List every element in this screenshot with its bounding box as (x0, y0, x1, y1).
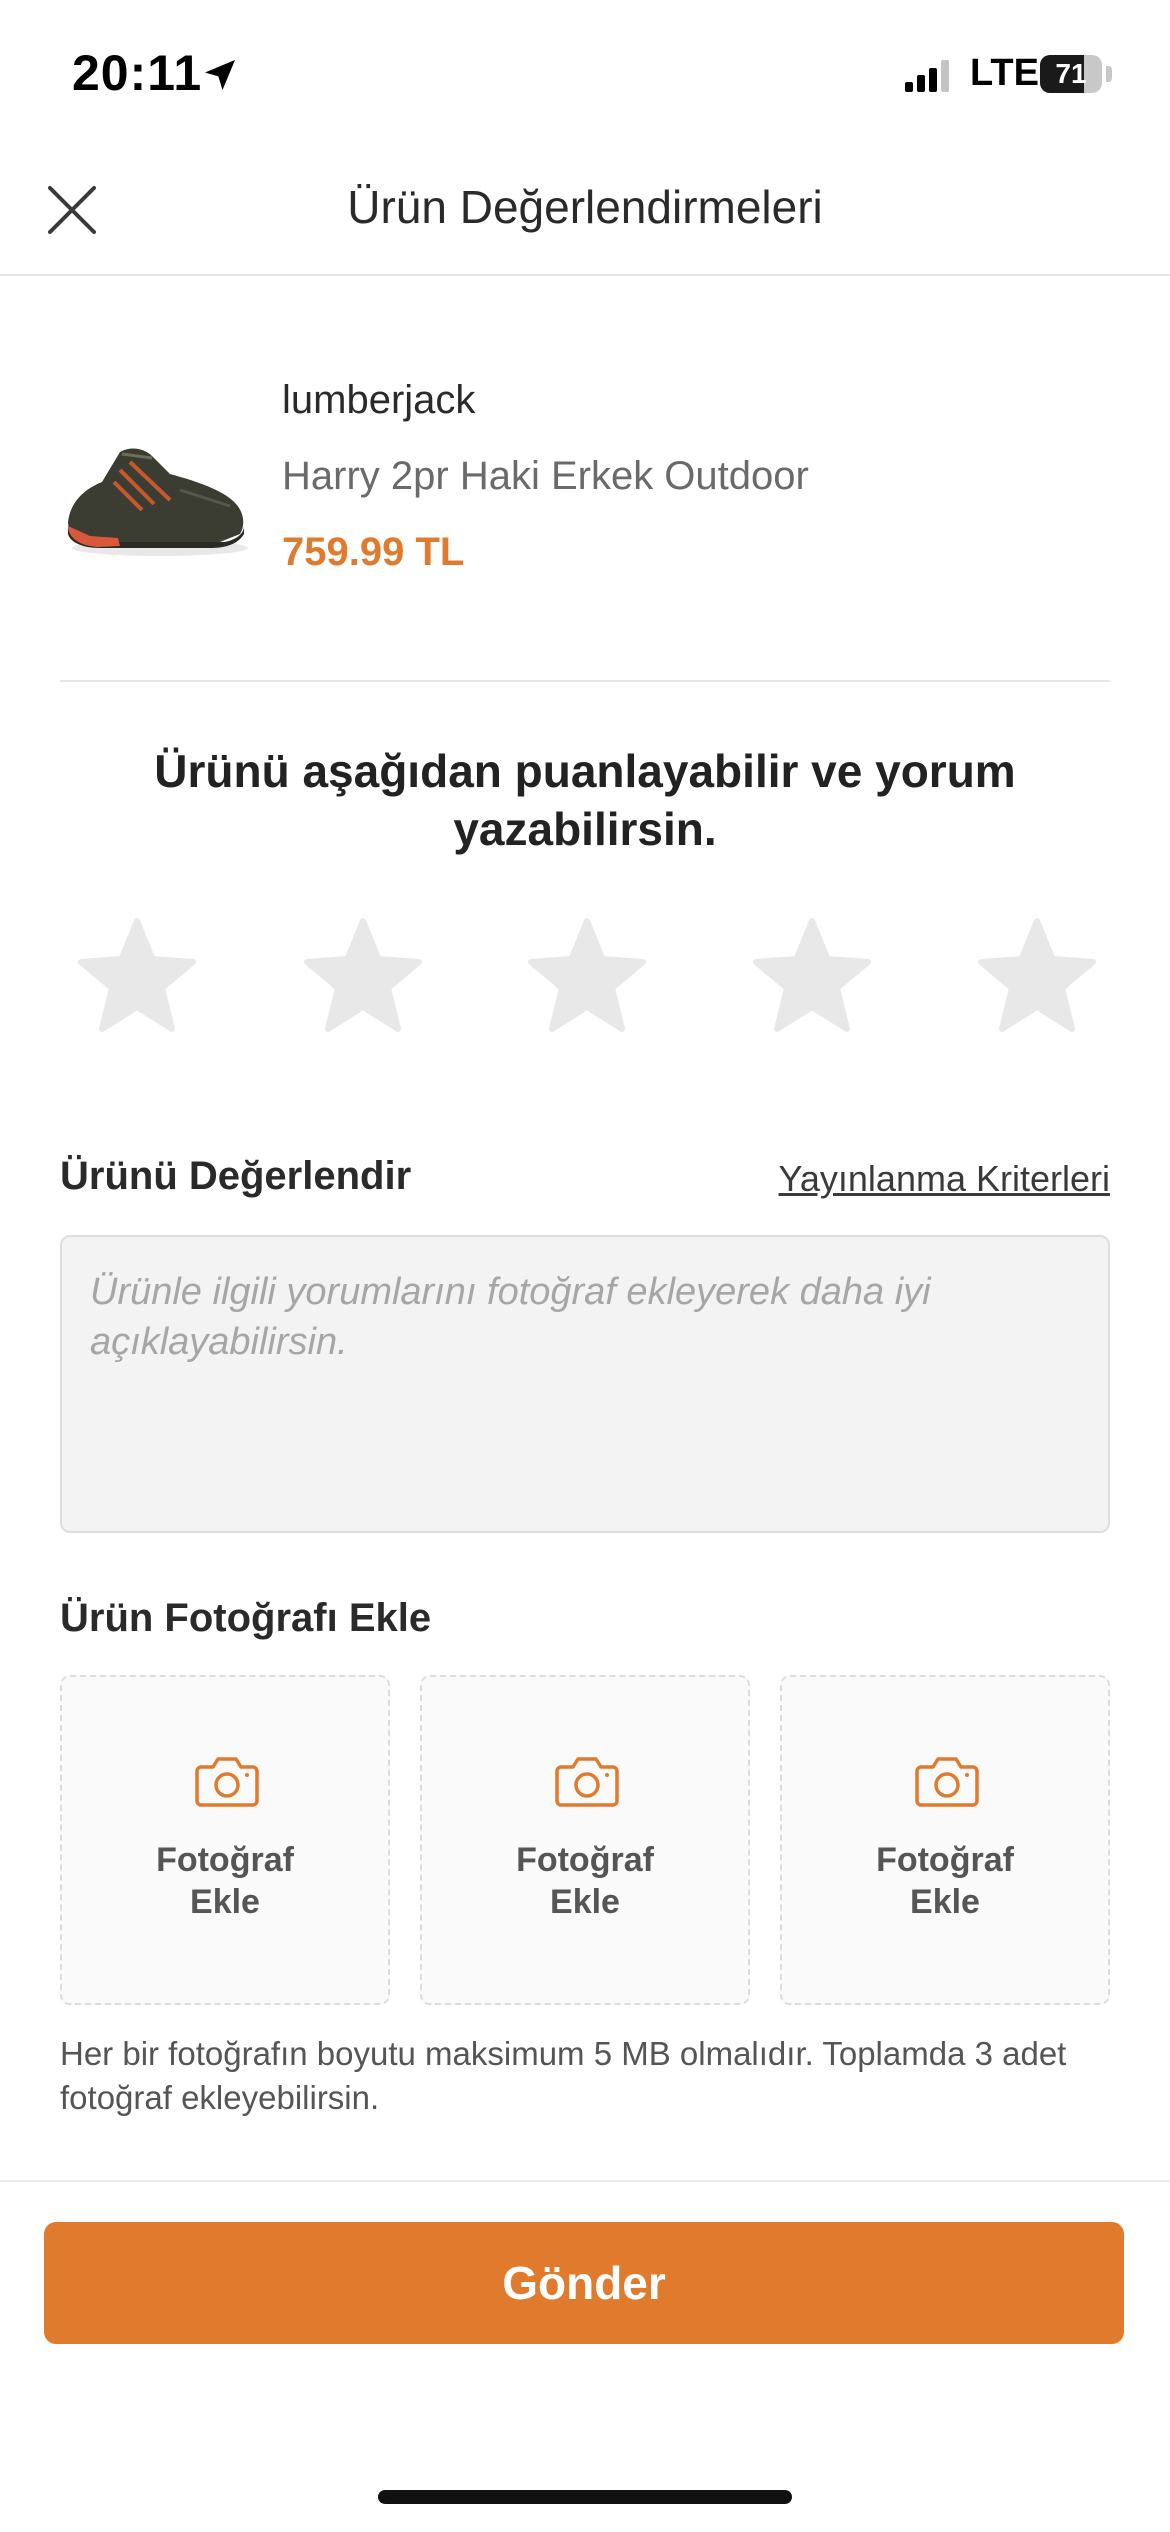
camera-icon (195, 1757, 259, 1807)
product-price: 759.99 TL (282, 530, 465, 574)
photo-info-text: Her bir fotoğrafın boyutu maksimum 5 MB … (60, 2035, 1067, 2116)
page-title: Ürün Değerlendirmeleri (347, 181, 823, 233)
camera-icon (555, 1757, 619, 1807)
product-name: Harry 2pr Haki Erkek Outdoor (282, 454, 809, 498)
photo-section-title: Ürün Fotoğrafı Ekle (60, 1596, 432, 1640)
submit-button[interactable]: Gönder (44, 2222, 1124, 2344)
star-4-icon[interactable] (747, 915, 877, 1040)
home-indicator[interactable] (378, 2490, 792, 2504)
divider (0, 2180, 1170, 2182)
star-5-icon[interactable] (972, 915, 1102, 1040)
review-textarea[interactable] (60, 1235, 1110, 1533)
camera-icon (915, 1757, 979, 1807)
star-2-icon[interactable] (298, 915, 428, 1040)
star-3-icon[interactable] (522, 915, 652, 1040)
status-bar: 20:11 LTE 71 (0, 0, 1170, 150)
publishing-criteria-link[interactable]: Yayınlanma Kriterleri (779, 1158, 1110, 1200)
add-photo-label: Fotoğraf Ekle (156, 1841, 294, 1921)
add-photo-label: Fotoğraf Ekle (516, 1841, 654, 1921)
add-photo-button-2[interactable]: Fotoğraf Ekle (420, 1675, 750, 2005)
product-brand: lumberjack (282, 378, 476, 422)
add-photo-button-1[interactable]: Fotoğraf Ekle (60, 1675, 390, 2005)
product-summary: lumberjack Harry 2pr Haki Erkek Outdoor … (60, 330, 1110, 630)
status-time: 20:11 (72, 45, 203, 101)
add-photo-label: Fotoğraf Ekle (876, 1841, 1014, 1921)
signal-icon (905, 60, 949, 92)
location-arrow-icon (205, 60, 235, 90)
network-type: LTE (970, 52, 1039, 94)
product-image (68, 448, 248, 556)
header: Ürün Değerlendirmeleri (0, 150, 1170, 276)
star-rating (0, 915, 1170, 1045)
rating-prompt: Ürünü aşağıdan puanlayabilir ve yorum ya… (154, 745, 1016, 855)
add-photo-button-3[interactable]: Fotoğraf Ekle (780, 1675, 1110, 2005)
star-1-icon[interactable] (72, 915, 202, 1040)
battery-icon: 71 (1040, 55, 1102, 93)
battery-tip (1106, 66, 1112, 82)
review-section-title: Ürünü Değerlendir (60, 1154, 412, 1198)
divider (60, 680, 1110, 682)
battery-level: 71 (1055, 58, 1087, 89)
